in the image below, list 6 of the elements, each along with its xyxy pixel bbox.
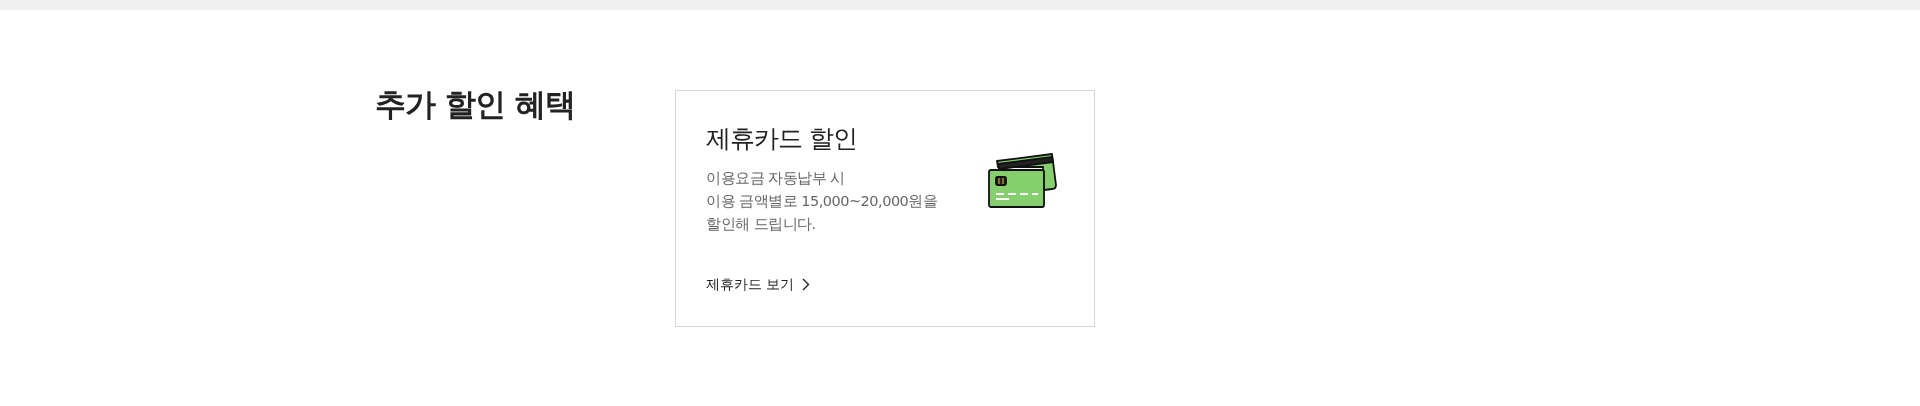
card-description: 이용요금 자동납부 시 이용 금액별로 15,000~20,000원을 할인해 드립니다.	[706, 169, 939, 234]
section-title: 추가 할인 혜택	[375, 85, 576, 124]
partner-card-link[interactable]: 제휴카드 보기	[706, 274, 811, 295]
card-title: 제휴카드 할인	[706, 123, 858, 155]
credit-cards-icon	[988, 153, 1060, 209]
chevron-right-icon	[802, 278, 811, 291]
